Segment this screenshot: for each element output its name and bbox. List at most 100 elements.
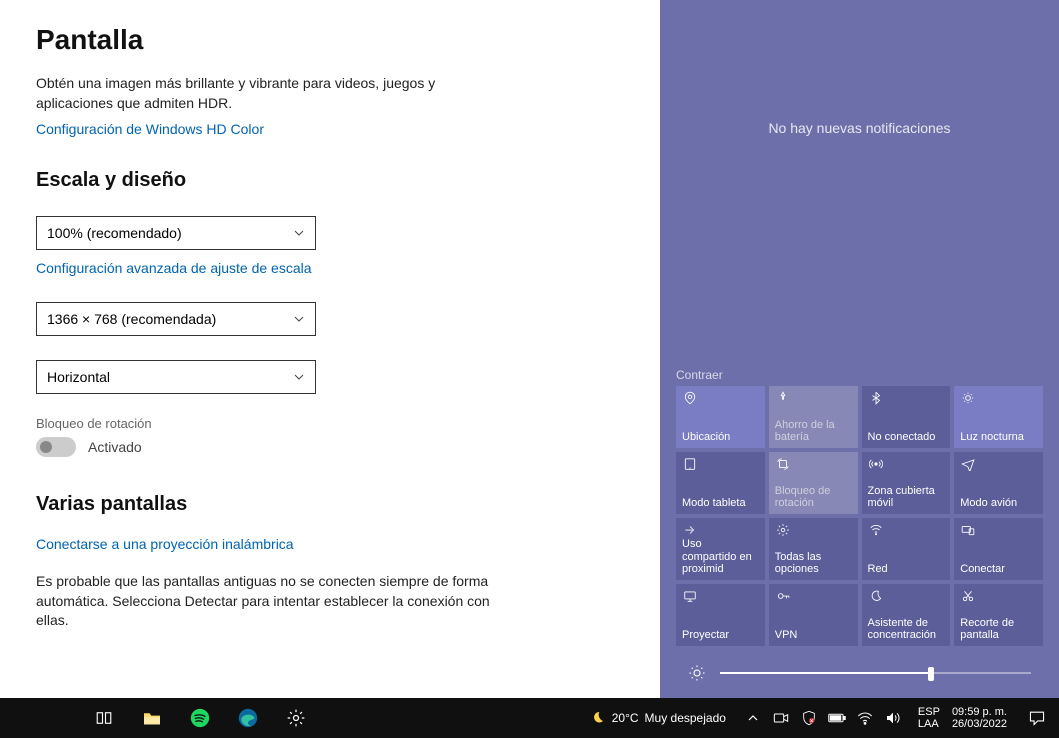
collapse-button[interactable]: Contraer	[660, 362, 1059, 386]
tile-label: Luz nocturna	[960, 431, 1037, 444]
settings-panel: Pantalla Obtén una imagen más brillante …	[0, 0, 660, 698]
action-center-button[interactable]	[1015, 698, 1059, 738]
language-clock-area: ESP LAA 09:59 p. m. 26/03/2022	[910, 706, 1015, 730]
quick-action-tile-location[interactable]: Ubicación	[676, 386, 765, 448]
system-tray	[736, 709, 910, 727]
quick-action-tile-battery[interactable]: Ahorro de la batería	[769, 386, 858, 448]
quick-action-tile-connect[interactable]: Conectar	[954, 518, 1043, 580]
weather-icon	[588, 709, 606, 727]
quick-action-tile-snip[interactable]: Recorte de pantalla	[954, 584, 1043, 646]
quick-action-tile-night[interactable]: Luz nocturna	[954, 386, 1043, 448]
quick-action-tile-airplane[interactable]: Modo avión	[954, 452, 1043, 514]
language-indicator[interactable]: ESP LAA	[918, 706, 940, 730]
chevron-down-icon	[293, 371, 305, 383]
lang-line1: ESP	[918, 706, 940, 718]
project-icon	[682, 588, 698, 604]
tile-label: No conectado	[868, 431, 945, 444]
orientation-dropdown[interactable]: Horizontal	[36, 360, 316, 394]
notification-area: No hay nuevas notificaciones	[660, 0, 1059, 362]
quick-action-tile-project[interactable]: Proyectar	[676, 584, 765, 646]
hdr-color-link[interactable]: Configuración de Windows HD Color	[36, 121, 264, 137]
spotify-button[interactable]	[176, 698, 224, 738]
quick-actions-grid: Ubicación Ahorro de la batería No conectad…	[660, 386, 1059, 652]
clock[interactable]: 09:59 p. m. 26/03/2022	[952, 706, 1007, 730]
night-icon	[960, 390, 976, 406]
clock-date: 26/03/2022	[952, 718, 1007, 730]
settings-button[interactable]	[272, 698, 320, 738]
bluetooth-icon	[868, 390, 884, 406]
toggle-track	[36, 437, 76, 457]
tile-label: Proyectar	[682, 629, 759, 642]
scale-dropdown-value: 100% (recomendado)	[47, 225, 182, 241]
volume-icon[interactable]	[884, 709, 902, 727]
task-view-button[interactable]	[80, 698, 128, 738]
quick-action-tile-rotation[interactable]: Bloqueo de rotación	[769, 452, 858, 514]
resolution-dropdown[interactable]: 1366 × 768 (recomendada)	[36, 302, 316, 336]
tile-label: Ubicación	[682, 431, 759, 444]
tile-label: Zona cubierta móvil	[868, 485, 945, 510]
scale-section-title: Escala y diseño	[36, 169, 660, 192]
weather-temp: 20°C	[612, 711, 639, 725]
orientation-dropdown-value: Horizontal	[47, 369, 110, 385]
hdr-description: Obtén una imagen más brillante y vibrant…	[36, 74, 456, 113]
brightness-control	[660, 652, 1059, 698]
tile-label: Red	[868, 563, 945, 576]
battery-icon	[775, 390, 791, 406]
file-explorer-button[interactable]	[128, 698, 176, 738]
weather-widget[interactable]: 20°C Muy despejado	[578, 709, 736, 727]
share-icon	[682, 522, 698, 538]
lang-line2: LAA	[918, 718, 940, 730]
slider-thumb	[928, 667, 934, 681]
rotation-lock-state: Activado	[88, 439, 142, 455]
quick-action-tile-vpn[interactable]: VPN	[769, 584, 858, 646]
tile-label: VPN	[775, 629, 852, 642]
clock-time: 09:59 p. m.	[952, 706, 1007, 718]
quick-action-tile-share[interactable]: Uso compartido en proximid	[676, 518, 765, 580]
tile-label: Bloqueo de rotación	[775, 485, 852, 510]
rotation-lock-toggle[interactable]: Activado	[36, 437, 660, 457]
connect-icon	[960, 522, 976, 538]
action-center: No hay nuevas notificaciones Contraer Ub…	[660, 0, 1059, 698]
tablet-icon	[682, 456, 698, 472]
quick-action-tile-wifi[interactable]: Red	[862, 518, 951, 580]
tile-label: Todas las opciones	[775, 551, 852, 576]
quick-action-tile-tablet[interactable]: Modo tableta	[676, 452, 765, 514]
location-icon	[682, 390, 698, 406]
battery-icon[interactable]	[828, 709, 846, 727]
old-displays-description: Es probable que las pantallas antiguas n…	[36, 572, 496, 631]
wireless-projection-link[interactable]: Conectarse a una proyección inalámbrica	[36, 536, 294, 552]
toggle-thumb	[40, 441, 52, 453]
taskbar: 20°C Muy despejado ESP LAA 09:59 p. m. 2…	[0, 698, 1059, 738]
rotation-lock-label: Bloqueo de rotación	[36, 416, 660, 431]
wifi-icon[interactable]	[856, 709, 874, 727]
tile-label: Conectar	[960, 563, 1037, 576]
quick-action-tile-hotspot[interactable]: Zona cubierta móvil	[862, 452, 951, 514]
rotation-icon	[775, 456, 791, 472]
focus-icon	[868, 588, 884, 604]
gear-icon	[775, 522, 791, 538]
page-title: Pantalla	[36, 24, 660, 56]
quick-action-tile-bluetooth[interactable]: No conectado	[862, 386, 951, 448]
quick-action-tile-gear[interactable]: Todas las opciones	[769, 518, 858, 580]
tile-label: Modo avión	[960, 497, 1037, 510]
tile-label: Asistente de concentración	[868, 617, 945, 642]
tray-overflow-button[interactable]	[744, 709, 762, 727]
resolution-dropdown-value: 1366 × 768 (recomendada)	[47, 311, 216, 327]
tile-label: Modo tableta	[682, 497, 759, 510]
security-icon[interactable]	[800, 709, 818, 727]
hotspot-icon	[868, 456, 884, 472]
brightness-slider[interactable]	[720, 672, 1031, 674]
slider-fill	[720, 672, 931, 674]
multi-displays-section-title: Varias pantallas	[36, 493, 660, 516]
scale-dropdown[interactable]: 100% (recomendado)	[36, 216, 316, 250]
snip-icon	[960, 588, 976, 604]
tile-label: Recorte de pantalla	[960, 617, 1037, 642]
edge-button[interactable]	[224, 698, 272, 738]
meet-now-icon[interactable]	[772, 709, 790, 727]
tile-label: Ahorro de la batería	[775, 419, 852, 444]
airplane-icon	[960, 456, 976, 472]
weather-condition: Muy despejado	[645, 711, 726, 725]
chevron-down-icon	[293, 313, 305, 325]
quick-action-tile-focus[interactable]: Asistente de concentración	[862, 584, 951, 646]
advanced-scaling-link[interactable]: Configuración avanzada de ajuste de esca…	[36, 260, 312, 276]
